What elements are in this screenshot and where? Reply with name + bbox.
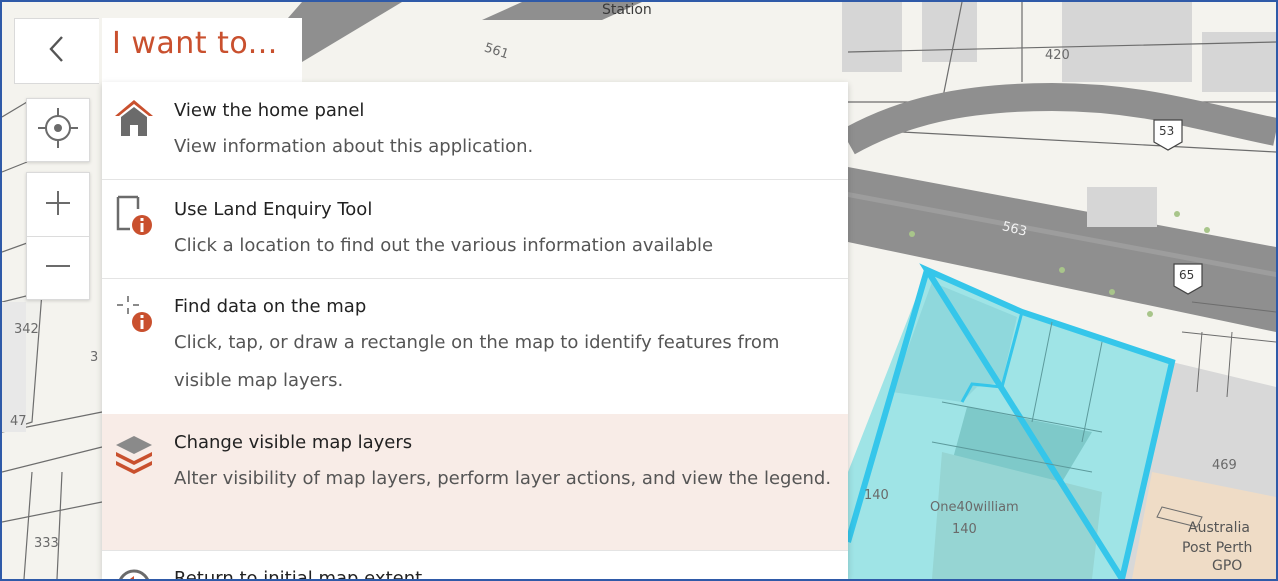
menu-item-title: Find data on the map [174, 296, 367, 317]
zoom-in-button[interactable] [27, 174, 89, 236]
minus-icon [43, 251, 73, 285]
map-label-333: 333 [34, 536, 59, 551]
menu-item-desc: Click, tap, or draw a rectangle on the m… [174, 332, 780, 391]
return-extent-icon [112, 564, 156, 579]
map-label-140: 140 [952, 522, 977, 537]
map-label-3: 3 [90, 350, 99, 365]
locate-button[interactable] [26, 98, 90, 162]
menu-item-title: View the home panel [174, 100, 365, 121]
map-label-post-perth: Post Perth [1182, 540, 1253, 556]
menu-item-return-extent[interactable]: Return to initial map extent [102, 550, 848, 581]
map-label-gpo: GPO [1212, 558, 1243, 574]
map-label-420: 420 [1045, 48, 1070, 63]
menu-item-find-data[interactable]: Find data on the map Click, tap, or draw… [102, 278, 848, 415]
layers-icon [112, 432, 156, 476]
identify-icon [112, 294, 156, 338]
home-icon [112, 96, 156, 140]
i-want-to-panel: View the home panel View information abo… [102, 82, 848, 579]
zoom-controls [26, 172, 90, 300]
back-chevron-icon [47, 34, 67, 68]
map-label-47: 47 [10, 414, 27, 429]
route-shield-65: 65 [1179, 268, 1195, 282]
menu-item-desc: View information about this application. [174, 136, 534, 157]
menu-item-change-layers[interactable]: Change visible map layers Alter visibili… [102, 414, 848, 551]
map-label-342: 342 [14, 322, 39, 337]
app-frame: Station 561 420 53 563 65 342 3 47 333 4… [0, 0, 1278, 581]
map-label-station: Station [602, 2, 652, 18]
menu-item-title: Return to initial map extent [174, 568, 423, 581]
map-label-140-left: 140 [864, 488, 889, 503]
menu-item-land-enquiry[interactable]: Use Land Enquiry Tool Click a location t… [102, 179, 848, 279]
route-shield-53: 53 [1159, 124, 1175, 138]
zoom-out-button[interactable] [27, 237, 89, 299]
panel-title: I want to... [112, 26, 278, 61]
plus-icon [43, 188, 73, 222]
menu-item-desc: Click a location to find out the various… [174, 235, 714, 256]
menu-item-view-home-panel[interactable]: View the home panel View information abo… [102, 82, 848, 180]
back-button[interactable] [14, 18, 99, 84]
menu-item-title: Change visible map layers [174, 432, 413, 453]
map-label-australia: Australia [1188, 520, 1250, 536]
land-enquiry-icon [112, 193, 156, 237]
menu-item-desc: Alter visibility of map layers, perform … [174, 468, 832, 489]
map-label-one40william: One40william [930, 500, 1019, 515]
locate-icon [36, 106, 80, 154]
map-label-469: 469 [1212, 458, 1237, 473]
menu-item-title: Use Land Enquiry Tool [174, 199, 373, 220]
